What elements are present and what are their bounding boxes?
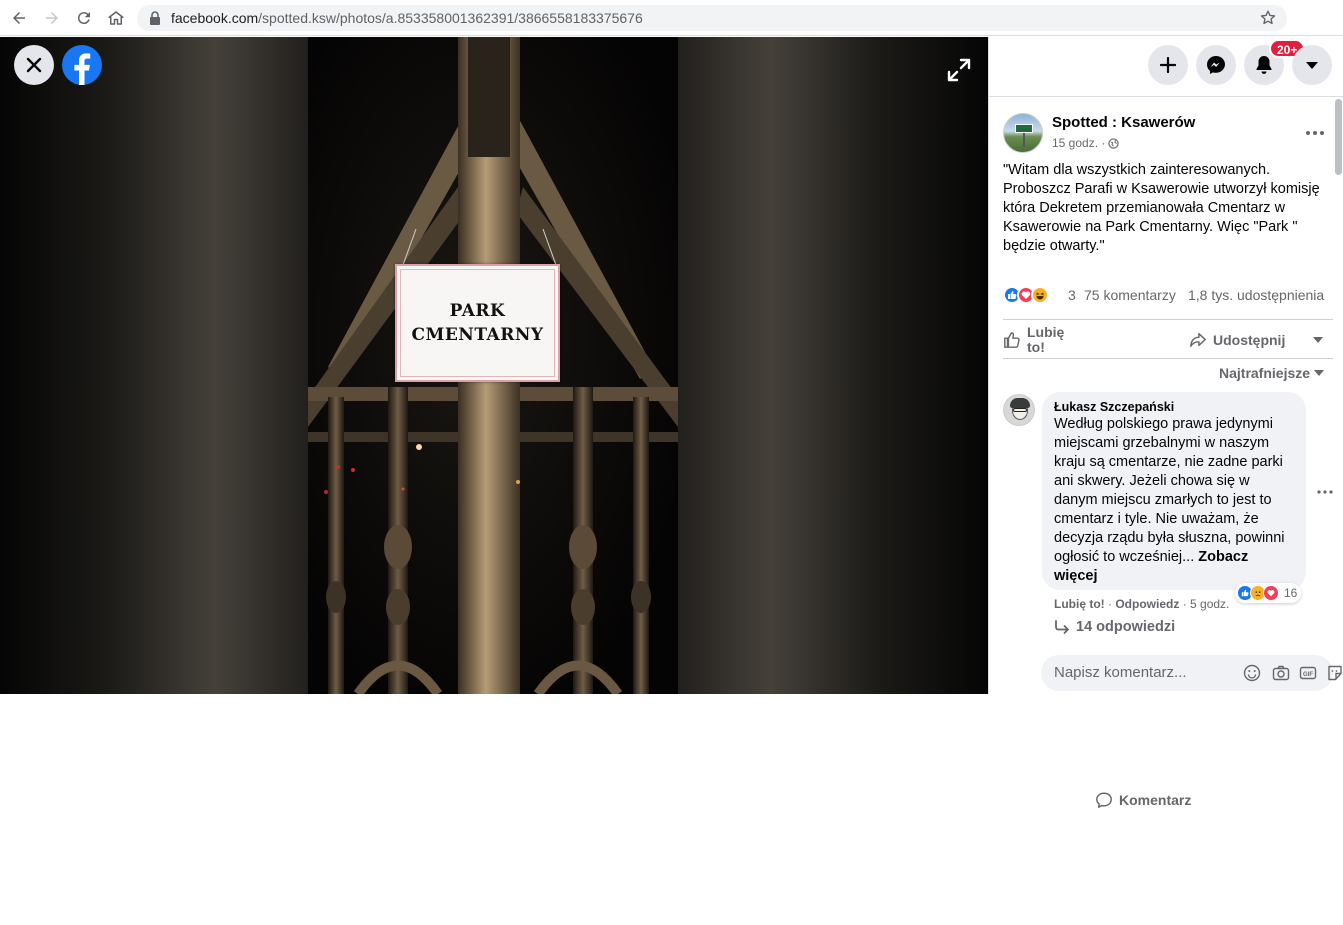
comment-composer[interactable]: Napisz komentarz... GIF [1041, 655, 1342, 691]
share-arrow-icon [1190, 332, 1206, 348]
post-text: "Witam dla wszystkich zainteresowanych. … [1003, 162, 1320, 254]
comment-reactions[interactable]: 16 [1235, 583, 1302, 603]
reaction-icons[interactable] [1003, 286, 1049, 304]
create-button[interactable] [1148, 45, 1188, 85]
comment-button[interactable]: Komentarz [1095, 675, 1343, 925]
url-text: facebook.com/spotted.ksw/photos/a.853358… [171, 10, 643, 26]
audience-dropdown[interactable] [1313, 324, 1323, 356]
avatar-sign-pole [1023, 133, 1025, 147]
expand-icon [947, 58, 971, 82]
comments-count[interactable]: 75 komentarzy [1084, 287, 1176, 303]
comment-reactions-count: 16 [1284, 586, 1298, 600]
sticker-icon[interactable] [1326, 664, 1343, 682]
messenger-icon [1207, 56, 1225, 74]
composer-avatar-placeholder [1003, 665, 1023, 679]
blurred-side-right [678, 37, 988, 694]
globe-icon [1108, 137, 1120, 149]
caret-down-icon [1306, 62, 1318, 69]
reactions-count[interactable]: 3 [1068, 287, 1076, 303]
post-timestamp[interactable]: 15 godz. · [1052, 136, 1120, 150]
camera-icon[interactable] [1272, 664, 1290, 682]
reply-arrow-icon [1055, 620, 1069, 634]
comment-actions-sep-1: · [1108, 597, 1112, 611]
comment-love-reaction-icon [1263, 585, 1279, 601]
home-icon[interactable] [105, 7, 127, 29]
panel-scrollbar[interactable] [1335, 99, 1342, 175]
url-path: /spotted.ksw/photos/a.853358001362391/38… [258, 10, 643, 26]
url-domain: facebook.com [171, 10, 259, 26]
facebook-logo[interactable] [62, 45, 102, 85]
comment-body: Według polskiego prawa jedynymi miejscam… [1054, 416, 1285, 565]
messenger-button[interactable] [1196, 45, 1236, 85]
sign-line-2: CMENTARNY [411, 325, 544, 345]
blurred-side-left [0, 37, 308, 694]
bell-icon [1256, 56, 1272, 74]
address-bar[interactable]: facebook.com/spotted.ksw/photos/a.853358… [137, 5, 1287, 31]
post-side-panel: 20+ Spotted : Ksawerów 15 godz. · "Witam… [988, 37, 1343, 808]
comment-like-link[interactable]: Lubię to! [1054, 597, 1105, 611]
avatar-road-sign [1015, 124, 1033, 133]
comment-bubble: Łukasz Szczepański Według polskiego praw… [1042, 392, 1306, 590]
bookmark-star-icon[interactable] [1259, 9, 1277, 27]
share-button-label: Udostępnij [1213, 332, 1286, 348]
avatar-glasses [1013, 408, 1027, 412]
shares-count[interactable]: 1,8 tys. udostępnienia [1188, 287, 1324, 303]
comment-options-button[interactable] [1315, 484, 1335, 500]
plus-icon [1160, 57, 1176, 73]
fullscreen-button[interactable] [942, 53, 976, 87]
account-menu-button[interactable] [1292, 45, 1332, 85]
close-icon [26, 57, 42, 73]
close-viewer-button[interactable] [14, 45, 54, 85]
haha-reaction-icon [1031, 286, 1049, 304]
thumbs-up-icon [1004, 332, 1020, 348]
park-sign: PARK CMENTARNY [395, 264, 560, 382]
page-name-link[interactable]: Spotted : Ksawerów [1052, 114, 1195, 131]
post-options-button[interactable] [1303, 123, 1327, 143]
comment-time[interactable]: 5 godz. [1190, 597, 1229, 611]
comment-actions-sep-2: · [1182, 597, 1187, 611]
post-action-bar: Lubię to! Komentarz Udostępnij [1003, 319, 1333, 808]
view-replies-link[interactable]: 14 odpowiedzi [1054, 619, 1175, 635]
comment-bubble-icon [1096, 792, 1112, 808]
caret-down-small-icon [1313, 337, 1323, 343]
emoji-icon[interactable] [1243, 664, 1261, 682]
comment-reply-link[interactable]: Odpowiedz [1115, 597, 1179, 611]
post-header: Spotted : Ksawerów 15 godz. · [1003, 113, 1333, 157]
forward-icon[interactable] [41, 7, 63, 29]
lock-icon [150, 11, 160, 25]
like-button[interactable]: Lubię to! [1003, 324, 1083, 356]
reload-icon[interactable] [73, 7, 95, 29]
commenter-avatar[interactable] [1003, 394, 1035, 426]
sort-caret-icon [1314, 370, 1325, 376]
page-avatar[interactable] [1003, 113, 1043, 153]
back-icon[interactable] [8, 7, 30, 29]
like-button-label: Lubię to! [1027, 324, 1065, 355]
comment-button-label: Komentarz [1119, 792, 1192, 808]
comment-actions: Lubię to! · Odpowiedz · 5 godz. [1054, 597, 1229, 611]
reactions-summary: 3 75 komentarzy 1,8 tys. udostępnienia [1003, 285, 1335, 307]
sign-line-1: PARK [449, 301, 506, 321]
gif-icon[interactable]: GIF [1299, 664, 1317, 682]
sort-label: Najtrafniejsze [1219, 365, 1311, 381]
replies-count: 14 odpowiedzi [1076, 619, 1176, 635]
more-dots-icon [1306, 131, 1324, 135]
avatar-hair [1010, 398, 1030, 408]
post-photo: PARK CMENTARNY [308, 37, 678, 694]
post-time-text: 15 godz. · [1052, 136, 1106, 150]
comment-item: Łukasz Szczepański Według polskiego praw… [1003, 392, 1333, 642]
comment-text: Według polskiego prawa jedynymi miejscam… [1054, 415, 1294, 586]
comment-sort-dropdown[interactable]: Najtrafniejsze [1219, 365, 1325, 381]
facebook-topbar: 20+ [989, 37, 1343, 97]
comment-author[interactable]: Łukasz Szczepański [1054, 400, 1294, 414]
svg-text:GIF: GIF [1303, 672, 1313, 678]
photo-viewer: PARK CMENTARNY [0, 37, 988, 694]
browser-toolbar: facebook.com/spotted.ksw/photos/a.853358… [0, 0, 1343, 36]
share-button[interactable]: Udostępnij [1189, 324, 1285, 356]
comment-more-dots-icon [1317, 490, 1333, 494]
composer-placeholder: Napisz komentarz... [1054, 664, 1187, 681]
facebook-f-icon [74, 53, 91, 85]
